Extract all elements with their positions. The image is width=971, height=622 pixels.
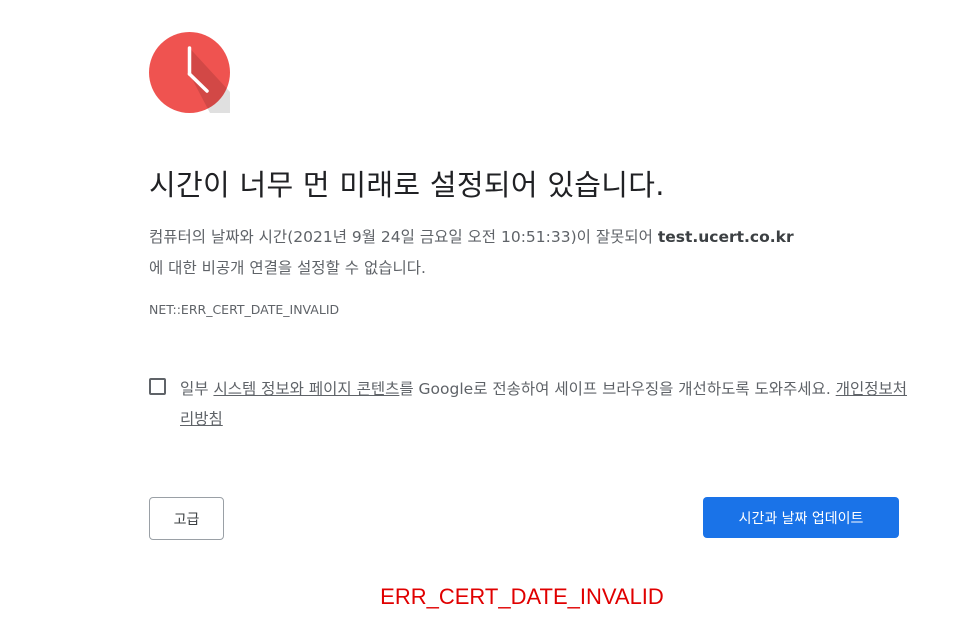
- error-code: NET::ERR_CERT_DATE_INVALID: [149, 302, 340, 317]
- explanation-prefix: 컴퓨터의 날짜와 시간(2021년 9월 24일 금요일 오전 10:51:33…: [149, 228, 658, 246]
- footer-error-code: ERR_CERT_DATE_INVALID: [380, 584, 664, 609]
- interstitial-page: 시간이 너무 먼 미래로 설정되어 있습니다. 컴퓨터의 날짜와 시간(2021…: [0, 0, 971, 622]
- update-date-time-button[interactable]: 시간과 날짜 업데이트: [703, 497, 899, 538]
- host-name: test.ucert.co.kr: [657, 228, 794, 246]
- optin-label: 일부 시스템 정보와 페이지 콘텐츠를 Google로 전송하여 세이프 브라우…: [180, 374, 909, 434]
- safe-browsing-optin: 일부 시스템 정보와 페이지 콘텐츠를 Google로 전송하여 세이프 브라우…: [149, 374, 909, 434]
- explanation-paragraph: 컴퓨터의 날짜와 시간(2021년 9월 24일 금요일 오전 10:51:33…: [149, 222, 909, 284]
- optin-text-1: 일부: [180, 380, 214, 398]
- optin-text-2: 를 Google로 전송하여 세이프 브라우징을 개선하도록 도와주세요.: [399, 380, 836, 398]
- system-info-link[interactable]: 시스템 정보와 페이지 콘텐츠: [213, 380, 399, 398]
- advanced-button[interactable]: 고급: [149, 497, 224, 540]
- optin-checkbox[interactable]: [149, 378, 166, 395]
- clock-icon: [149, 32, 230, 113]
- explanation-suffix: 에 대한 비공개 연결을 설정할 수 없습니다.: [149, 259, 426, 277]
- page-title: 시간이 너무 먼 미래로 설정되어 있습니다.: [149, 168, 665, 202]
